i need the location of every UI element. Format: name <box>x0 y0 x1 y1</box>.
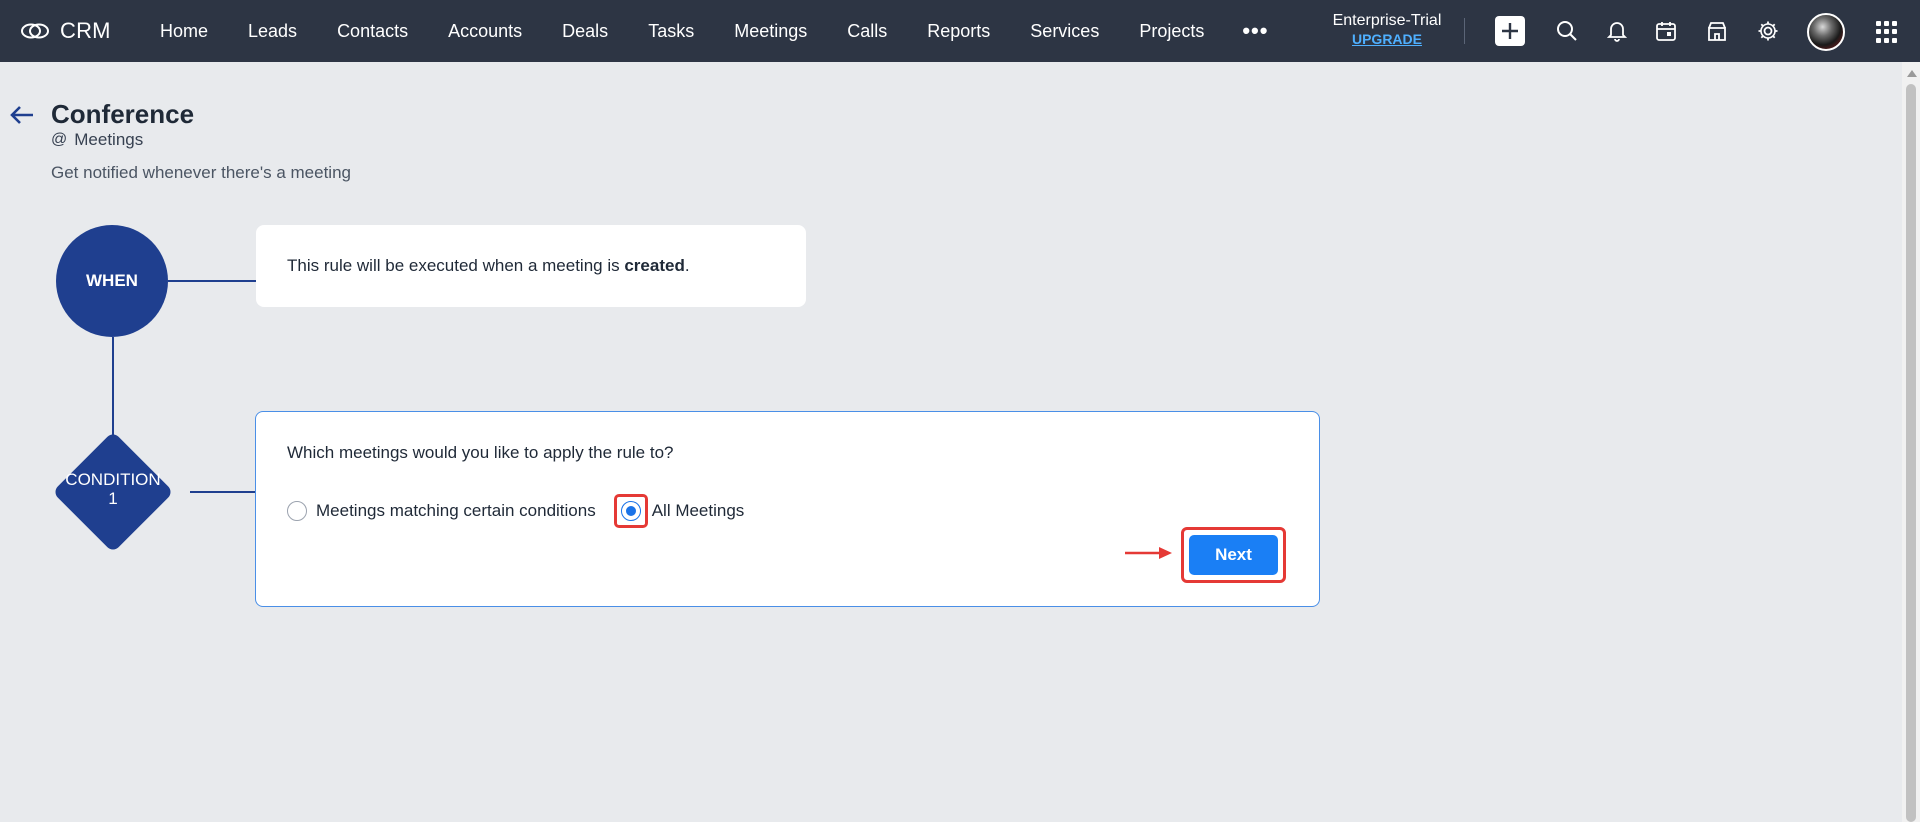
when-card: This rule will be executed when a meetin… <box>256 225 806 307</box>
condition-options: Meetings matching certain conditions All… <box>287 494 744 528</box>
module-line: @ Meetings <box>51 130 143 150</box>
vertical-scrollbar[interactable] <box>1902 62 1920 822</box>
condition-question: Which meetings would you like to apply t… <box>287 443 674 462</box>
at-icon: @ <box>51 131 68 148</box>
brand-name: CRM <box>60 18 111 43</box>
back-arrow-icon[interactable] <box>8 103 36 127</box>
nav-item-projects[interactable]: Projects <box>1119 0 1224 62</box>
when-label: WHEN <box>86 271 138 290</box>
search-icon[interactable] <box>1555 19 1579 43</box>
nav-item-contacts[interactable]: Contacts <box>317 0 428 62</box>
nav-item-accounts[interactable]: Accounts <box>428 0 542 62</box>
plus-icon[interactable] <box>1495 16 1525 46</box>
pointer-arrow-icon <box>1125 547 1172 559</box>
condition-node: CONDITION 1 <box>52 431 174 553</box>
avatar[interactable] <box>1807 13 1845 51</box>
apps-grid-icon[interactable] <box>1876 21 1898 43</box>
nav-item-home[interactable]: Home <box>140 0 228 62</box>
upgrade-link[interactable]: UPGRADE <box>1320 30 1454 48</box>
nav-item-reports[interactable]: Reports <box>907 0 1010 62</box>
edition-name: Enterprise-Trial <box>1332 12 1442 29</box>
when-node: WHEN <box>56 225 168 337</box>
radio-label-matching-conditions[interactable]: Meetings matching certain conditions <box>316 501 596 521</box>
when-description: This rule will be executed when a meetin… <box>287 256 690 275</box>
scrollbar-thumb[interactable] <box>1906 84 1916 822</box>
radio-highlight-box <box>613 494 648 528</box>
condition-label: CONDITION 1 <box>65 470 161 508</box>
radio-label-all-meetings[interactable]: All Meetings <box>652 501 745 521</box>
nav-item-calls[interactable]: Calls <box>827 0 907 62</box>
condition-card: Which meetings would you like to apply t… <box>255 411 1320 607</box>
module-name: Meetings <box>74 130 144 149</box>
top-navigation-bar: CRM Home Leads Contacts Accounts Deals T… <box>0 0 1920 62</box>
main-nav: Home Leads Contacts Accounts Deals Tasks… <box>140 0 1286 62</box>
calendar-icon[interactable] <box>1654 19 1678 43</box>
nav-item-deals[interactable]: Deals <box>542 0 628 62</box>
next-button[interactable]: Next <box>1189 535 1278 575</box>
next-button-highlight: Next <box>1181 527 1286 583</box>
nav-item-tasks[interactable]: Tasks <box>628 0 714 62</box>
connector-line <box>190 491 256 493</box>
page-title: Conference <box>51 99 195 129</box>
crm-logo-icon <box>20 21 50 41</box>
page-description: Get notified whenever there's a meeting <box>51 163 351 182</box>
nav-item-meetings[interactable]: Meetings <box>714 0 827 62</box>
radio-matching-conditions[interactable] <box>287 501 307 521</box>
more-menu-button[interactable]: ••• <box>1224 0 1286 62</box>
nav-item-leads[interactable]: Leads <box>228 0 317 62</box>
brand[interactable]: CRM <box>20 18 140 44</box>
bell-icon[interactable] <box>1605 19 1629 43</box>
when-trigger-event: created <box>624 256 685 275</box>
divider <box>1464 18 1465 44</box>
store-icon[interactable] <box>1705 19 1729 43</box>
gear-icon[interactable] <box>1756 19 1780 43</box>
nav-item-services[interactable]: Services <box>1010 0 1119 62</box>
edition-info: Enterprise-Trial UPGRADE <box>1320 12 1454 48</box>
radio-all-meetings[interactable] <box>620 501 641 521</box>
scroll-up-arrow-icon[interactable] <box>1907 70 1917 77</box>
connector-line <box>168 280 256 282</box>
